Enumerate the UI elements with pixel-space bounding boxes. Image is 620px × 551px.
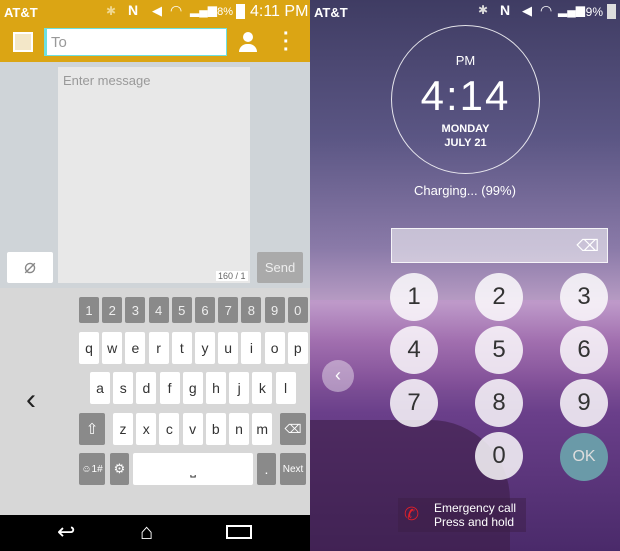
emergency-call-button[interactable]: ✆ Emergency call Press and hold [398,498,526,532]
key-k[interactable]: k [252,372,273,404]
clock-time: 4:14 [420,72,511,119]
symbols-key[interactable]: ☺1# [79,453,105,485]
carrier-label: AT&T [4,5,38,20]
key-8[interactable]: 8 [241,297,262,323]
key-x[interactable]: x [136,413,157,445]
key-g[interactable]: g [182,372,203,404]
key-7[interactable]: 7 [218,297,239,323]
emergency-line1: Emergency call [434,501,517,515]
key-a[interactable]: a [90,372,110,404]
clock-day: MONDAY [441,123,490,135]
bluetooth-icon: ✱ [106,4,117,18]
key-1[interactable]: 1 [79,297,99,323]
key-s[interactable]: s [113,372,134,404]
settings-key[interactable]: ⚙ [110,453,129,485]
charging-status: Charging... (99%) [414,183,516,198]
key-p[interactable]: p [287,332,308,364]
nfc-icon: N [128,2,139,18]
key-m[interactable]: m [252,413,273,445]
key-i[interactable]: i [241,332,262,364]
clock-ampm: PM [455,53,476,68]
keypad-3[interactable]: 3 [560,273,608,321]
battery-percent: 99% [579,5,604,19]
key-3[interactable]: 3 [125,297,146,323]
clock-date: JULY 21 [444,137,487,149]
lock-screen: AT&T ✱ N ◀ ◠ ▂▄▆ 99% PM 4:14 MONDAY JULY… [310,0,620,551]
key-0[interactable]: 0 [287,297,308,323]
wifi-icon: ◠ [170,2,183,18]
mute-icon: ◀ [522,3,532,18]
key-e[interactable]: e [125,332,146,364]
to-placeholder: To [51,34,67,51]
key-j[interactable]: j [229,372,250,404]
keypad-0[interactable]: 0 [475,432,523,480]
backspace-key[interactable]: ⌫ [280,413,306,445]
keypad-2[interactable]: 2 [475,273,523,321]
key-h[interactable]: h [206,372,226,404]
key-5[interactable]: 5 [171,297,192,323]
period-key[interactable]: . [257,453,276,485]
keypad-5[interactable]: 5 [475,326,523,374]
key-t[interactable]: t [171,332,192,364]
battery-icon [607,4,616,19]
keypad-8[interactable]: 8 [475,379,523,427]
key-4[interactable]: 4 [148,297,169,323]
key-v[interactable]: v [182,413,203,445]
clock-time: 4:11 PM [250,3,309,20]
carrier-label: AT&T [314,5,348,20]
keypad-6[interactable]: 6 [560,326,608,374]
nfc-icon: N [500,2,511,18]
attach-button[interactable]: ⌀ [7,252,53,283]
key-d[interactable]: d [136,372,157,404]
key-2[interactable]: 2 [102,297,123,323]
contact-picker-icon[interactable] [239,32,257,52]
key-w[interactable]: w [102,332,123,364]
overflow-menu-icon[interactable]: · · · [283,24,290,60]
space-key[interactable]: ⎵ [133,453,253,485]
battery-percent: 98% [211,6,234,18]
key-b[interactable]: b [205,413,226,445]
back-button[interactable]: ‹ [322,360,354,392]
bluetooth-icon: ✱ [478,3,489,17]
key-o[interactable]: o [264,332,285,364]
key-q[interactable]: q [79,332,99,364]
messaging-screen: AT&T ✱ N ◀ ◠ ▂▄▆ 98% 4:11 PM To · · · Ente… [0,0,310,551]
next-key[interactable]: Next [280,453,306,485]
key-z[interactable]: z [113,413,133,445]
nav-bar: ↩ ⌂ [0,515,310,551]
key-9[interactable]: 9 [264,297,285,323]
message-placeholder: Enter message [63,73,151,88]
send-button[interactable]: Send [257,252,303,283]
shift-key[interactable]: ⇧ [79,413,105,445]
key-u[interactable]: u [218,332,239,364]
keypad-7[interactable]: 7 [390,379,438,427]
key-f[interactable]: f [159,372,180,404]
char-counter: 160 / 1 [216,271,248,281]
message-input[interactable]: Enter message [58,67,250,283]
paperclip-icon: ⌀ [23,256,37,278]
keypad-9[interactable]: 9 [560,379,608,427]
keypad-4[interactable]: 4 [390,326,438,374]
nav-recents-icon[interactable] [226,525,252,539]
back-chevron-icon[interactable]: ‹ [26,383,36,417]
pin-input[interactable]: ⌫ [391,228,608,263]
keypad-1[interactable]: 1 [390,273,438,321]
key-n[interactable]: n [229,413,249,445]
nav-back-icon[interactable]: ↩ [57,519,75,545]
ok-button[interactable]: OK [560,433,608,481]
key-6[interactable]: 6 [195,297,215,323]
key-y[interactable]: y [195,332,215,364]
nav-home-icon[interactable]: ⌂ [140,519,153,545]
contacts-group-icon[interactable] [13,32,33,52]
battery-icon [236,4,245,19]
key-l[interactable]: l [275,372,296,404]
key-c[interactable]: c [159,413,180,445]
key-r[interactable]: r [148,332,169,364]
to-field[interactable]: To [44,28,227,56]
mute-icon: ◀ [152,3,162,18]
backspace-icon[interactable]: ⌫ [576,236,599,256]
phone-icon: ✆ [404,504,420,524]
emergency-line2: Press and hold [434,515,515,529]
wifi-icon: ◠ [540,2,553,18]
